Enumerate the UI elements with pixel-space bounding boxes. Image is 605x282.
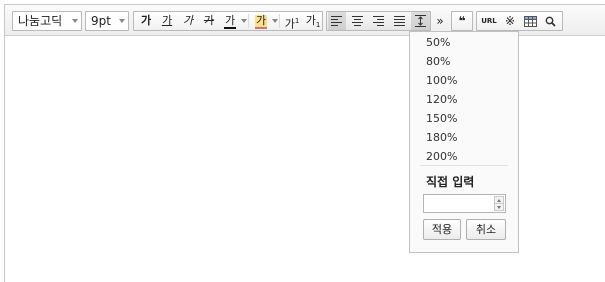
line-height-option[interactable]: 120% bbox=[426, 92, 457, 107]
strikethrough-icon: 가 bbox=[203, 14, 215, 27]
special-char-icon: ※ bbox=[504, 14, 516, 28]
font-color-button[interactable]: 가 bbox=[221, 12, 239, 30]
bold-button[interactable]: 가 bbox=[137, 12, 155, 30]
line-height-option[interactable]: 180% bbox=[426, 130, 457, 145]
url-button[interactable]: URL bbox=[479, 12, 499, 30]
highlight-icon: 가 bbox=[254, 14, 268, 29]
arrow-up-icon bbox=[497, 199, 501, 202]
quote-group: ❝ bbox=[451, 11, 473, 31]
line-height-input-value bbox=[424, 200, 427, 213]
chevron-down-icon[interactable] bbox=[272, 19, 278, 23]
superscript-mark: 1 bbox=[294, 17, 300, 25]
italic-button[interactable]: 가 bbox=[179, 12, 197, 30]
apply-button[interactable]: 적용 bbox=[423, 219, 461, 240]
font-size-value: 9pt bbox=[91, 14, 111, 28]
highlight-button[interactable]: 가 bbox=[252, 12, 270, 30]
subscript-mark: 1 bbox=[315, 21, 321, 30]
line-height-option[interactable]: 80% bbox=[426, 54, 450, 69]
table-icon bbox=[524, 16, 537, 27]
superscript-button[interactable]: 가1 bbox=[282, 12, 302, 31]
line-height-icon bbox=[415, 15, 426, 27]
line-height-option[interactable]: 150% bbox=[426, 111, 457, 126]
subscript-button[interactable]: 가1 bbox=[303, 12, 323, 30]
line-height-dropdown: 50% 80% 100% 120% 150% 180% 200% 직접 입력 적… bbox=[409, 31, 519, 253]
special-char-button[interactable]: ※ bbox=[501, 12, 519, 30]
search-icon bbox=[545, 16, 556, 27]
font-size-select[interactable]: 9pt bbox=[85, 11, 129, 31]
justify-button[interactable] bbox=[391, 12, 409, 30]
table-button[interactable] bbox=[521, 12, 539, 30]
search-button[interactable] bbox=[541, 12, 559, 30]
italic-icon: 가 bbox=[182, 14, 194, 27]
alignment-group bbox=[326, 11, 431, 31]
strikethrough-button[interactable]: 가 bbox=[200, 12, 218, 30]
underline-button[interactable]: 가 bbox=[158, 12, 176, 30]
link-icon: URL bbox=[481, 17, 497, 25]
font-family-select[interactable]: 나눔고딕 bbox=[12, 11, 82, 31]
justify-icon bbox=[394, 16, 405, 28]
line-height-option[interactable]: 200% bbox=[426, 149, 457, 164]
more-icon: » bbox=[436, 14, 444, 28]
dropdown-divider bbox=[420, 165, 508, 166]
quote-button[interactable]: ❝ bbox=[453, 12, 471, 30]
insert-group: URL ※ bbox=[476, 11, 563, 31]
arrow-down-icon bbox=[497, 206, 501, 209]
superscript-icon: 가 bbox=[284, 17, 295, 31]
quote-icon: ❝ bbox=[458, 14, 466, 28]
divider bbox=[279, 14, 280, 28]
cancel-button[interactable]: 취소 bbox=[466, 219, 506, 240]
align-right-icon bbox=[373, 16, 384, 28]
line-height-button[interactable] bbox=[411, 12, 430, 30]
align-center-button[interactable] bbox=[349, 12, 367, 30]
spin-down-button[interactable] bbox=[494, 203, 504, 211]
custom-input-title: 직접 입력 bbox=[426, 175, 475, 189]
line-height-option[interactable]: 100% bbox=[426, 73, 457, 88]
text-style-group: 가 가 가 가 가 가 가1 가1 bbox=[133, 11, 323, 31]
align-center-icon bbox=[352, 16, 363, 28]
align-left-icon bbox=[331, 16, 342, 28]
line-height-option[interactable]: 50% bbox=[426, 35, 450, 50]
chevron-down-icon bbox=[72, 19, 78, 23]
underline-icon: 가 bbox=[161, 14, 173, 27]
chevron-down-icon[interactable] bbox=[241, 19, 247, 23]
font-family-value: 나눔고딕 bbox=[18, 14, 63, 28]
bold-icon: 가 bbox=[140, 14, 152, 27]
line-height-input[interactable] bbox=[423, 194, 506, 213]
align-right-button[interactable] bbox=[370, 12, 388, 30]
font-color-icon: 가 bbox=[223, 14, 237, 29]
divider bbox=[248, 14, 249, 28]
more-button[interactable]: » bbox=[433, 12, 447, 30]
align-left-button[interactable] bbox=[328, 12, 346, 30]
chevron-down-icon bbox=[119, 19, 125, 23]
subscript-icon: 가 bbox=[305, 14, 316, 27]
